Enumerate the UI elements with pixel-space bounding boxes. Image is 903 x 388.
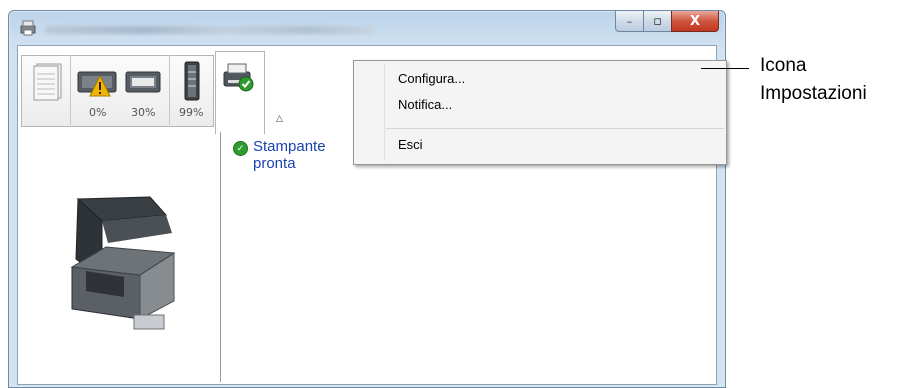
close-button[interactable]: X	[671, 11, 719, 32]
toner-icon[interactable]	[124, 68, 164, 98]
printer-image	[62, 189, 182, 339]
maximize-icon: ▫	[653, 13, 662, 29]
app-printer-icon	[20, 20, 36, 36]
callout-line1: Icona	[760, 55, 807, 76]
callout-label: Icona Impostazioni	[760, 52, 867, 108]
callout-line	[701, 68, 749, 69]
title-bar[interactable]: – ▫ X	[9, 11, 725, 45]
settings-context-menu: Configura... Notifica... Esci	[353, 60, 727, 165]
menu-item-esci[interactable]: Esci	[398, 137, 423, 152]
callout-line2: Impostazioni	[760, 83, 867, 104]
check-icon: ✓	[233, 141, 248, 156]
printer-ok-icon	[223, 63, 254, 92]
menu-gutter	[384, 63, 385, 161]
status-row: ✓ Stampante pronta	[233, 138, 363, 172]
printer-status-text: Stampante pronta	[253, 138, 326, 172]
window-title-blurred	[45, 26, 375, 34]
minimize-button[interactable]: –	[615, 11, 644, 32]
tab-separator	[70, 55, 71, 125]
close-icon: X	[689, 13, 701, 29]
document-stack-icon[interactable]	[31, 62, 63, 102]
minimize-icon: –	[626, 14, 633, 28]
toner-warning-percent: 0%	[89, 106, 107, 119]
tab-device-status[interactable]	[215, 51, 265, 134]
chevron-up-icon[interactable]: △	[276, 114, 283, 124]
menu-item-configura[interactable]: Configura...	[398, 71, 465, 86]
paper-level-icon[interactable]	[182, 60, 202, 102]
pane-divider	[220, 132, 221, 382]
menu-item-notifica[interactable]: Notifica...	[398, 97, 452, 112]
toner-warning-icon[interactable]	[76, 66, 120, 102]
menu-separator	[386, 128, 724, 129]
toner-percent: 30%	[131, 106, 156, 119]
tab-separator	[169, 55, 170, 125]
paper-percent: 99%	[179, 106, 204, 119]
maximize-button[interactable]: ▫	[643, 11, 672, 32]
